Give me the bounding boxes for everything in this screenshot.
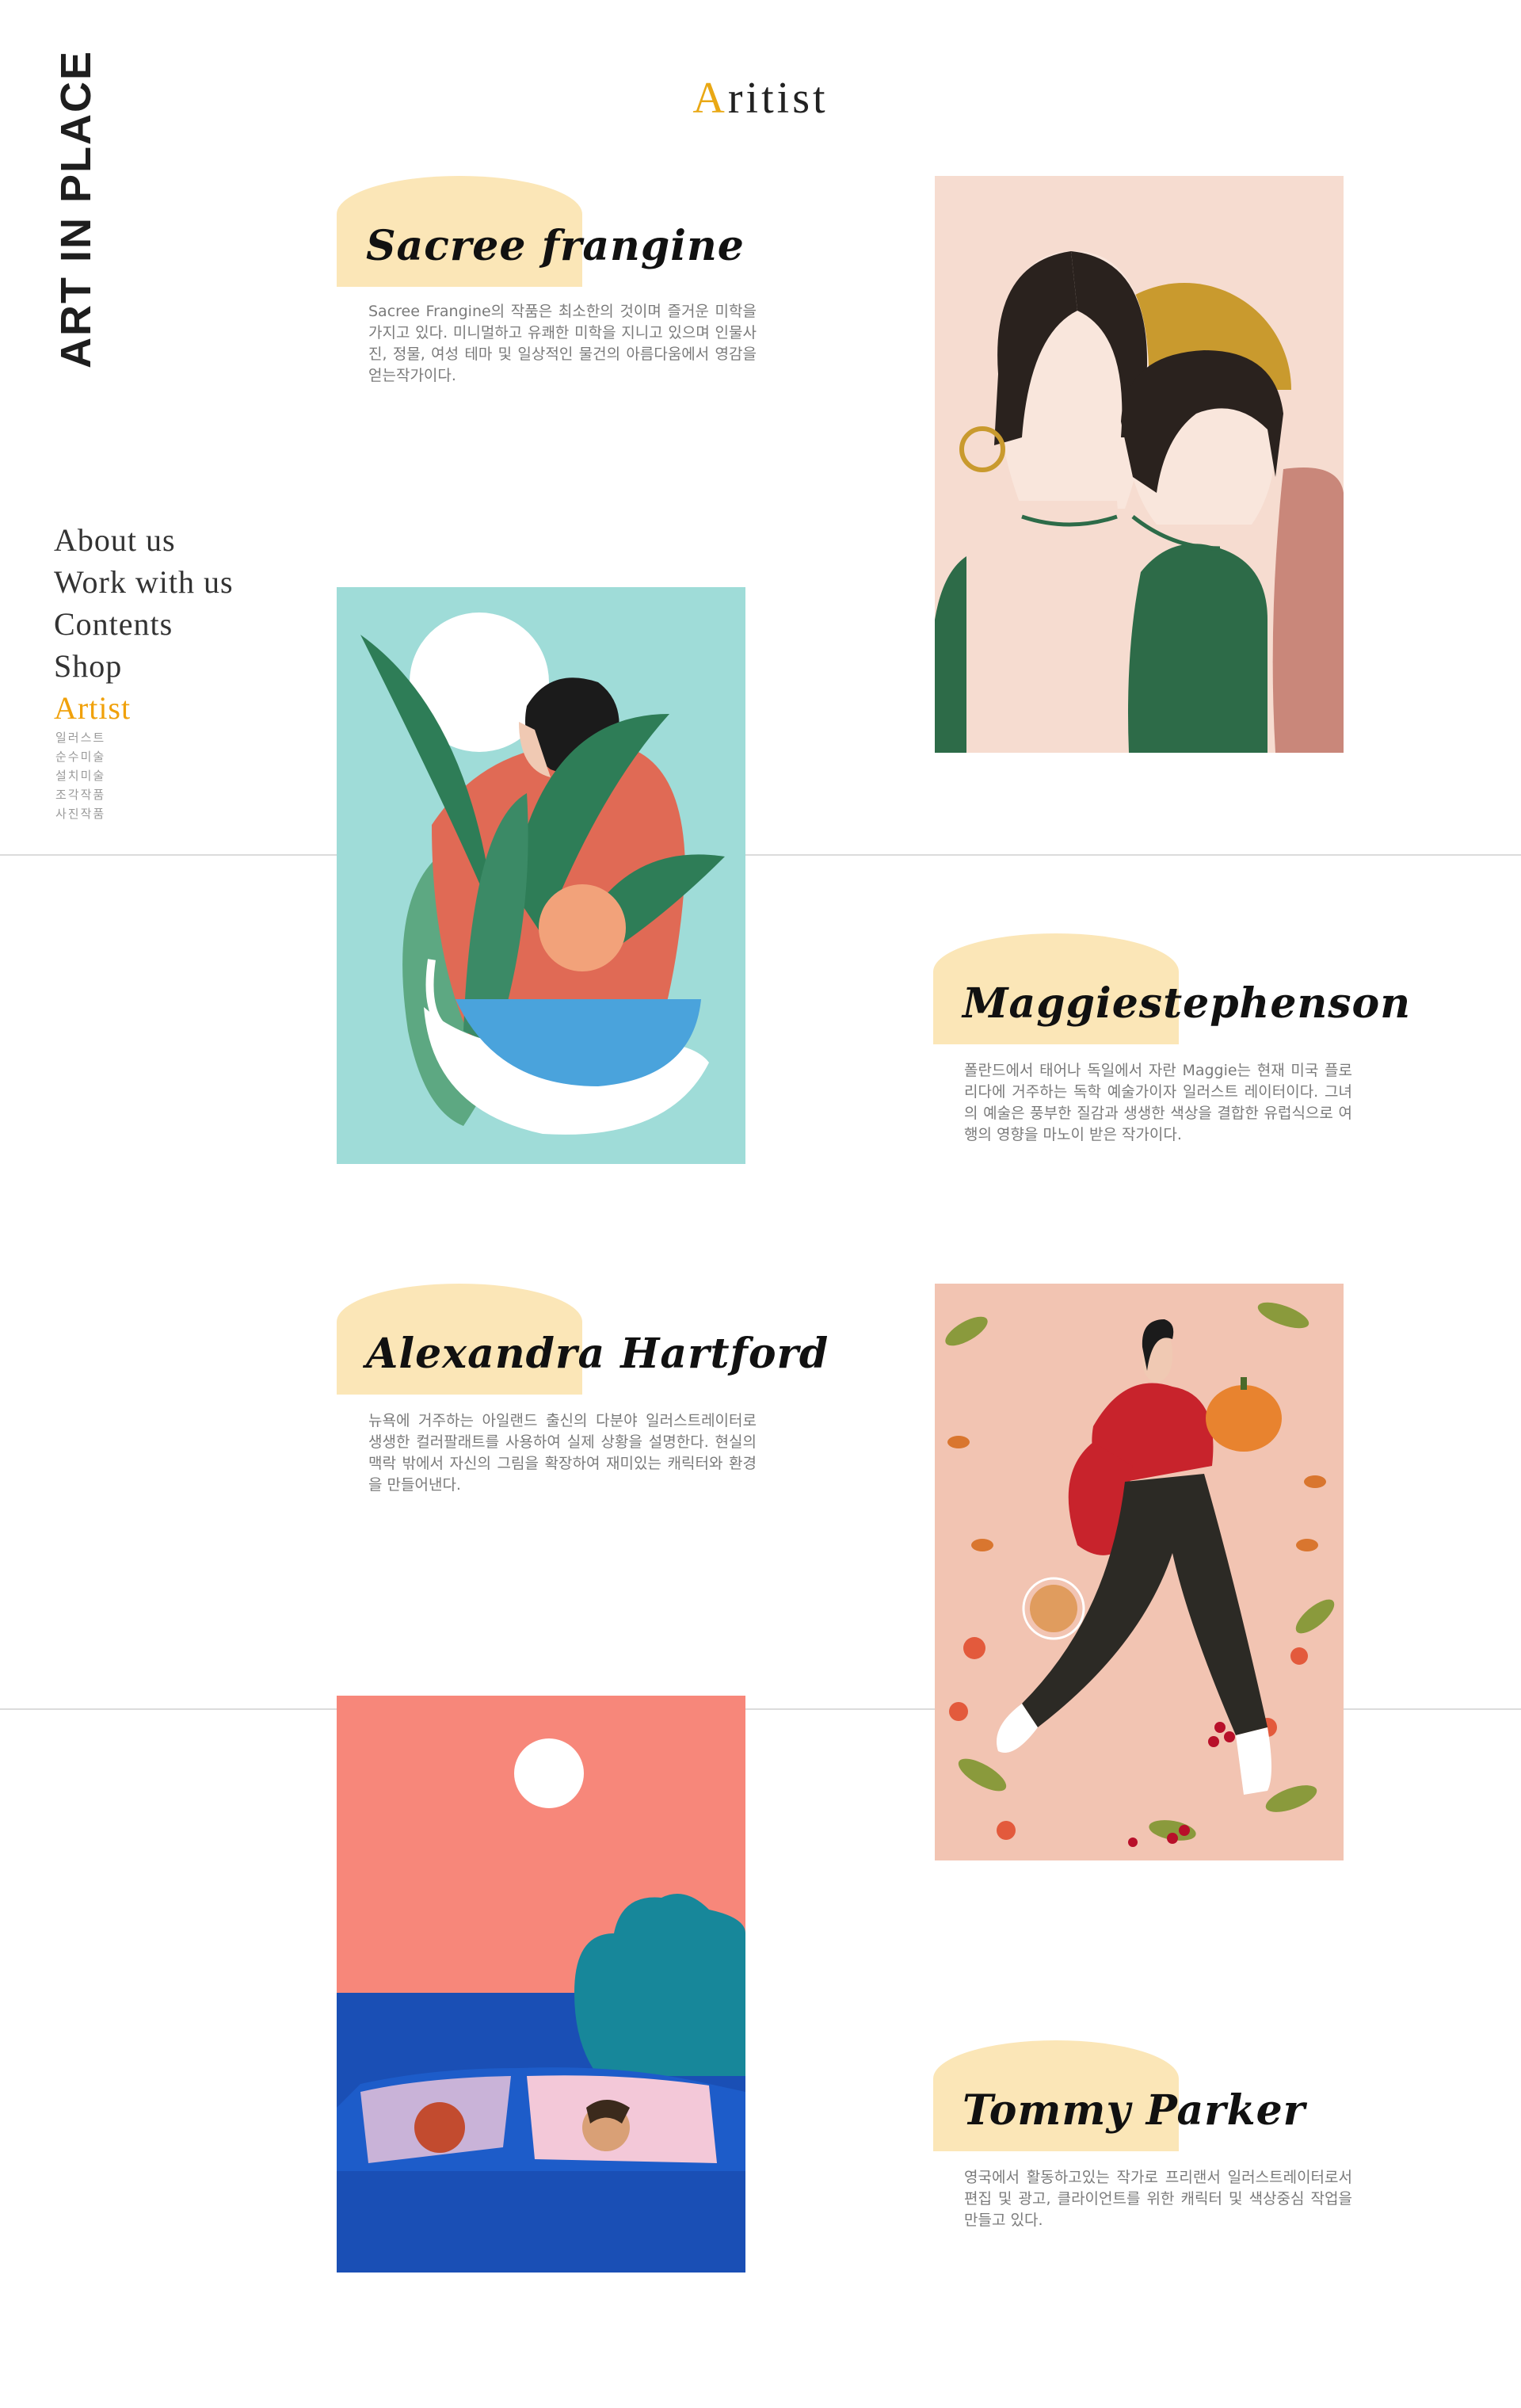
nav-item-artist[interactable]: Artist (54, 689, 131, 727)
car-by-sea-illustration (337, 1696, 745, 2273)
section-divider (0, 854, 1521, 856)
artist-description: Sacree Frangine의 작품은 최소한의 것이며 즐거운 미학을 가지… (368, 303, 757, 384)
artist-description: 영국에서 활동하고있는 작가로 프리랜서 일러스트레이터로서 편집 및 광고, … (964, 2169, 1352, 2229)
nav-item-about-us[interactable]: About us (54, 521, 176, 559)
car-by-sea-artwork[interactable] (337, 1696, 745, 2273)
nav-subitem-photography[interactable]: 사진작품 (55, 805, 105, 822)
artist-description: 뉴욕에 거주하는 아일랜드 출신의 다분야 일러스트레이터로 생생한 컬러팔래트… (368, 1412, 757, 1494)
nav-item-contents[interactable]: Contents (54, 605, 173, 643)
artist-name[interactable]: Alexandra Hartford (366, 1330, 829, 1378)
nav-subitem-illustration[interactable]: 일러스트 (55, 729, 105, 746)
embrace-plant-illustration (337, 587, 745, 1164)
two-women-portrait-artwork[interactable] (935, 176, 1344, 753)
artist-name[interactable]: Tommy Parker (963, 2086, 1306, 2135)
nav-subitem-fine-art[interactable]: 순수미술 (55, 748, 105, 765)
artist-description: 폴란드에서 태어나 독일에서 자란 Maggie는 현재 미국 플로리다에 거주… (964, 1062, 1352, 1143)
nav-subitem-installation[interactable]: 설치미술 (55, 767, 105, 784)
two-women-portrait-illustration (935, 176, 1344, 753)
artist-name[interactable]: Maggiestephenson (963, 979, 1411, 1028)
nav-subitem-sculpture[interactable]: 조각작품 (55, 786, 105, 803)
artist-name[interactable]: Sacree frangine (366, 222, 745, 270)
woman-pumpkin-illustration (935, 1284, 1344, 1860)
nav-item-shop[interactable]: Shop (54, 647, 122, 685)
embrace-plant-artwork[interactable] (337, 587, 745, 1164)
woman-pumpkin-artwork[interactable] (935, 1284, 1344, 1860)
page-title-accent: A (692, 74, 728, 123)
page-title-rest: ritist (727, 74, 829, 123)
nav-item-work-with-us[interactable]: Work with us (54, 563, 234, 601)
page-title: Aritist (0, 73, 1521, 124)
